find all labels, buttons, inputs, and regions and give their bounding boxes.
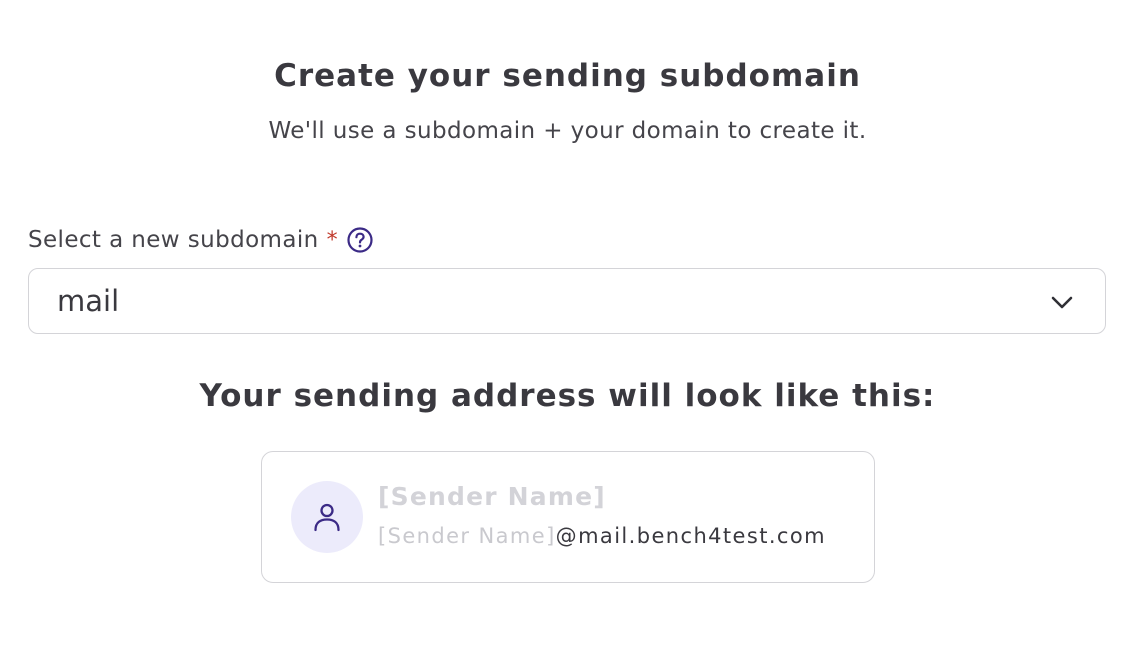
address-local-placeholder: [Sender Name] <box>378 524 556 548</box>
sender-preview-card: [Sender Name] [Sender Name]@mail.bench4t… <box>261 451 875 583</box>
sender-address: [Sender Name]@mail.bench4test.com <box>378 524 826 548</box>
chevron-down-icon <box>1049 289 1075 315</box>
avatar <box>291 481 363 553</box>
question-circle-icon[interactable] <box>346 226 374 254</box>
sender-name-placeholder: [Sender Name] <box>378 482 606 511</box>
page-title: Create your sending subdomain <box>274 58 861 94</box>
required-marker: * <box>326 227 339 253</box>
subdomain-select-value: mail <box>57 284 120 318</box>
page-subtitle: We'll use a subdomain + your domain to c… <box>268 118 867 144</box>
subdomain-select[interactable]: mail <box>28 268 1106 334</box>
preview-heading: Your sending address will look like this… <box>199 378 936 414</box>
address-domain: @mail.bench4test.com <box>555 524 826 548</box>
user-icon <box>314 503 340 532</box>
subdomain-field-label: Select a new subdomain <box>28 227 319 253</box>
subdomain-field-label-row: Select a new subdomain * <box>28 226 374 254</box>
page: Create your sending subdomain We'll use … <box>0 0 1142 648</box>
